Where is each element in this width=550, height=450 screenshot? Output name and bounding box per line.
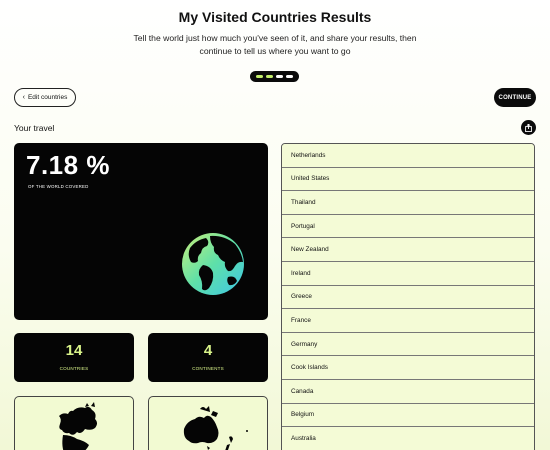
step-dot bbox=[266, 75, 273, 78]
progress-stepper bbox=[250, 71, 299, 82]
list-item[interactable]: France bbox=[282, 309, 534, 333]
coverage-label: OF THE WORLD COVERED bbox=[28, 184, 89, 189]
continents-count: 4 bbox=[203, 342, 213, 359]
list-item[interactable]: Cook Islands bbox=[282, 356, 534, 380]
list-item[interactable]: Germany bbox=[282, 332, 534, 357]
share-button[interactable] bbox=[521, 120, 536, 135]
north-america-map-card[interactable] bbox=[14, 396, 134, 450]
continents-count-label: CONTINENTS bbox=[192, 366, 224, 371]
list-item[interactable]: Ireland bbox=[282, 261, 534, 286]
step-dot bbox=[286, 75, 293, 78]
step-dot bbox=[256, 75, 263, 78]
countries-count: 14 bbox=[65, 342, 83, 359]
list-item[interactable]: New Zealand bbox=[282, 238, 534, 262]
world-coverage-card: 7.18 % OF THE WORLD COVERED bbox=[14, 143, 268, 320]
visited-countries-list[interactable]: Netherlands United States Thailand Portu… bbox=[281, 143, 535, 450]
list-item[interactable]: Australia bbox=[282, 427, 534, 450]
countries-stat-card: 14 COUNTRIES bbox=[14, 333, 134, 382]
page-subtitle: Tell the world just how much you've seen… bbox=[133, 33, 417, 56]
north-america-map-icon bbox=[59, 402, 97, 450]
list-item[interactable]: Thailand bbox=[282, 191, 534, 215]
list-item[interactable]: Canada bbox=[282, 379, 534, 404]
list-item[interactable]: Portugal bbox=[282, 214, 534, 239]
step-dot bbox=[276, 75, 283, 78]
chevron-left-icon: ‹ bbox=[22, 94, 25, 101]
oceania-map-card[interactable] bbox=[148, 396, 268, 450]
coverage-percent: 7.18 % bbox=[26, 150, 110, 180]
list-item[interactable]: Belgium bbox=[282, 403, 534, 428]
countries-count-label: COUNTRIES bbox=[59, 366, 89, 371]
continue-button[interactable]: CONTINUE bbox=[494, 88, 536, 107]
share-icon bbox=[525, 123, 532, 132]
globe-icon bbox=[182, 233, 244, 295]
section-label: Your travel bbox=[14, 123, 55, 133]
continents-stat-card: 4 CONTINENTS bbox=[148, 333, 268, 382]
edit-countries-button[interactable]: ‹ Edit countries bbox=[14, 88, 76, 107]
oceania-map-icon bbox=[183, 406, 248, 450]
edit-countries-label: Edit countries bbox=[27, 94, 68, 101]
list-item[interactable]: Netherlands bbox=[282, 144, 534, 168]
list-item[interactable]: United States bbox=[282, 167, 534, 192]
list-item[interactable]: Greece bbox=[282, 285, 534, 310]
page-title: My Visited Countries Results bbox=[178, 9, 372, 25]
